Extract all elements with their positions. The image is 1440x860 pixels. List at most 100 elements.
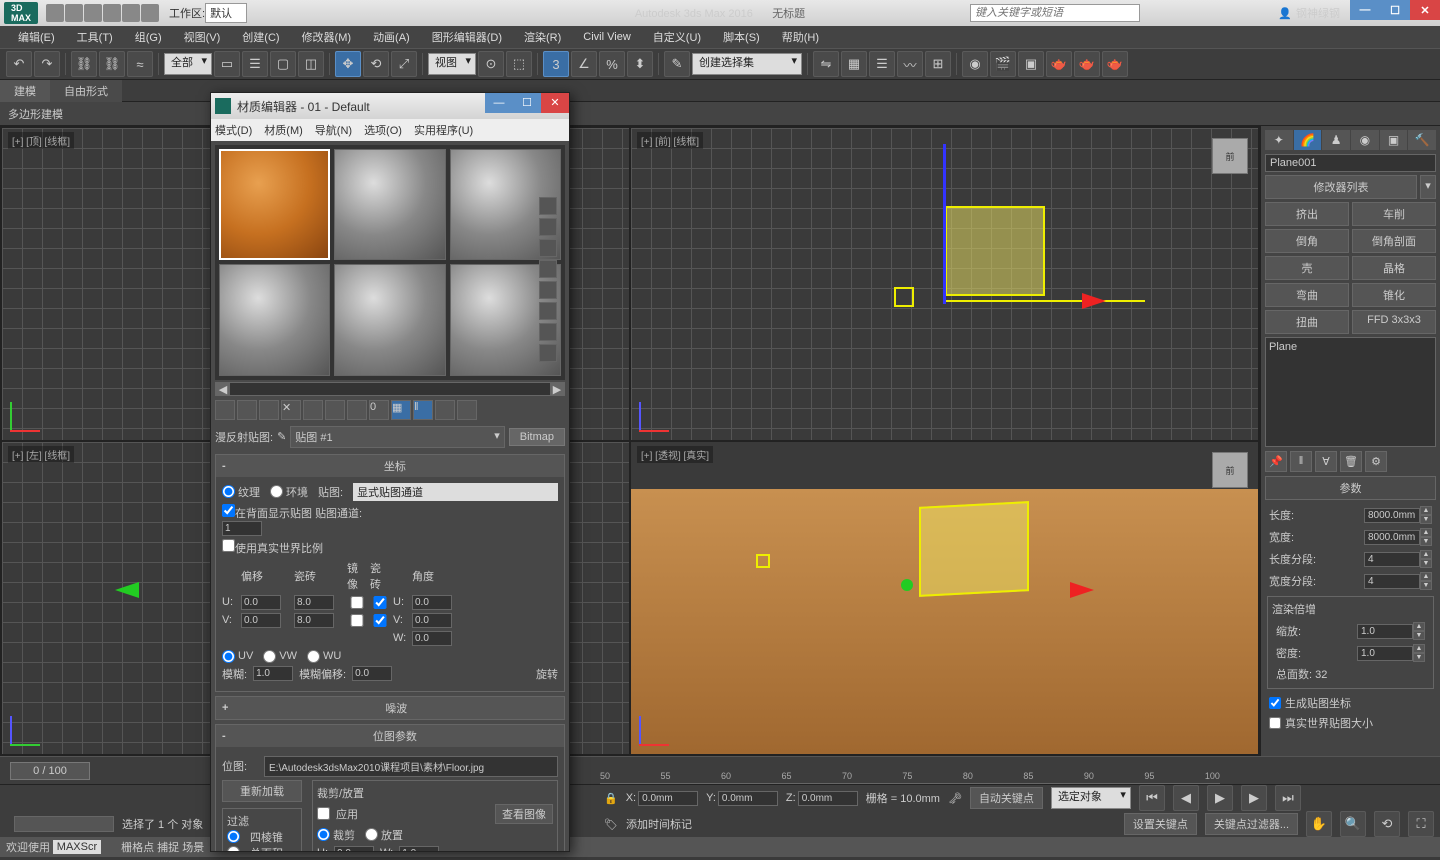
rotate-icon[interactable]: ⟲ bbox=[363, 51, 389, 77]
key-lock-icon[interactable]: 🗝 bbox=[948, 792, 962, 805]
app-logo[interactable]: 3DMAX bbox=[4, 2, 38, 24]
angle-snap-icon[interactable]: ∠ bbox=[571, 51, 597, 77]
render-setup-icon[interactable]: 🎬 bbox=[990, 51, 1016, 77]
wu-radio[interactable] bbox=[307, 650, 320, 663]
spinner-up-icon[interactable]: ▲ bbox=[1420, 572, 1432, 581]
qat-save-icon[interactable] bbox=[84, 4, 102, 22]
remove-mod-icon[interactable]: 🗑 bbox=[1340, 451, 1362, 472]
uv-tile-icon[interactable] bbox=[539, 260, 557, 278]
u-angle-input[interactable] bbox=[412, 595, 452, 610]
ribbon-tab-freeform[interactable]: 自由形式 bbox=[50, 80, 122, 102]
menu-civilview[interactable]: Civil View bbox=[573, 29, 640, 45]
scale-input[interactable] bbox=[1357, 624, 1413, 639]
spinner-up-icon[interactable]: ▲ bbox=[1413, 644, 1425, 653]
nav-max-icon[interactable]: ⛶ bbox=[1408, 811, 1434, 837]
trackbar[interactable] bbox=[14, 816, 114, 832]
backlight-icon[interactable] bbox=[539, 218, 557, 236]
material-slot-2[interactable] bbox=[334, 149, 445, 260]
density-input[interactable] bbox=[1357, 646, 1413, 661]
tab-modify-icon[interactable]: 🌈 bbox=[1294, 130, 1322, 150]
bitmap-path-button[interactable]: E:\Autodesk3dsMax2010课程项目\素材\Floor.jpg bbox=[264, 756, 558, 777]
redo-icon[interactable]: ↷ bbox=[34, 51, 60, 77]
menu-customize[interactable]: 自定义(U) bbox=[643, 27, 711, 47]
menu-tools[interactable]: 工具(T) bbox=[67, 27, 123, 47]
material-slot-4[interactable] bbox=[219, 264, 330, 375]
material-name-field[interactable]: 贴图 #1 bbox=[290, 426, 504, 448]
material-slot-1[interactable] bbox=[219, 149, 330, 260]
prev-frame-icon[interactable]: ◀ bbox=[1173, 785, 1199, 811]
params-rollout[interactable]: 参数 bbox=[1265, 476, 1436, 500]
move-icon[interactable]: ✥ bbox=[335, 51, 361, 77]
matdlg-close-button[interactable]: ✕ bbox=[541, 93, 569, 113]
mod-shell[interactable]: 壳 bbox=[1265, 256, 1349, 280]
realworld-checkbox[interactable] bbox=[222, 539, 235, 552]
menu-group[interactable]: 组(G) bbox=[125, 27, 172, 47]
show-end-result-icon[interactable]: ‖ bbox=[413, 400, 433, 420]
tab-utilities-icon[interactable]: 🔨 bbox=[1408, 130, 1436, 150]
vp-label-front[interactable]: [+] [前] [线框] bbox=[637, 132, 703, 149]
matdlg-max-button[interactable]: ☐ bbox=[513, 93, 541, 113]
lseg-input[interactable] bbox=[1364, 552, 1420, 567]
spinner-up-icon[interactable]: ▲ bbox=[1420, 550, 1432, 559]
selection-filter[interactable]: 全部 bbox=[164, 53, 212, 75]
rollout-header[interactable]: +噪波 bbox=[216, 697, 564, 719]
matdlg-min-button[interactable]: — bbox=[485, 93, 513, 113]
mod-ffd[interactable]: FFD 3x3x3 bbox=[1352, 310, 1436, 334]
pick-icon[interactable]: ✎ bbox=[277, 430, 286, 443]
w-angle-input[interactable] bbox=[412, 631, 452, 646]
put-to-scene-icon[interactable] bbox=[237, 400, 257, 420]
qat-new-icon[interactable] bbox=[46, 4, 64, 22]
make-copy-icon[interactable] bbox=[303, 400, 323, 420]
qat-redo-icon[interactable] bbox=[122, 4, 140, 22]
qat-link-icon[interactable] bbox=[141, 4, 159, 22]
u-mirror-check[interactable] bbox=[347, 596, 367, 609]
mat-id-icon[interactable]: 0 bbox=[369, 400, 389, 420]
material-type-button[interactable]: Bitmap bbox=[509, 428, 565, 446]
options-icon[interactable] bbox=[539, 323, 557, 341]
v-angle-input[interactable] bbox=[412, 613, 452, 628]
reload-button[interactable]: 重新加载 bbox=[222, 780, 302, 802]
named-sel-edit-icon[interactable]: ✎ bbox=[664, 51, 690, 77]
menu-rendering[interactable]: 渲染(R) bbox=[514, 27, 571, 47]
mod-lattice[interactable]: 晶格 bbox=[1352, 256, 1436, 280]
slot-scroll-left-icon[interactable]: ◀ bbox=[216, 383, 230, 395]
length-input[interactable] bbox=[1364, 508, 1420, 523]
spinner-snap-icon[interactable]: ⬍ bbox=[627, 51, 653, 77]
slot-scroll-right-icon[interactable]: ▶ bbox=[550, 383, 564, 395]
rollout-header[interactable]: -坐标 bbox=[216, 455, 564, 477]
sample-type-icon[interactable] bbox=[539, 197, 557, 215]
rotate-button[interactable]: 旋转 bbox=[536, 666, 558, 682]
gen-uv-checkbox[interactable] bbox=[1269, 697, 1281, 709]
snap-toggle-icon[interactable]: 3 bbox=[543, 51, 569, 77]
render-prod-icon[interactable]: 🫖 bbox=[1074, 51, 1100, 77]
viewcube-front[interactable]: 前 bbox=[1212, 138, 1248, 174]
crop-w-input[interactable] bbox=[399, 846, 439, 851]
tab-display-icon[interactable]: ▣ bbox=[1380, 130, 1408, 150]
spinner-down-icon[interactable]: ▼ bbox=[1420, 515, 1432, 524]
nav-zoom-icon[interactable]: 🔍 bbox=[1340, 811, 1366, 837]
play-icon[interactable]: ▶ bbox=[1207, 785, 1233, 811]
next-frame-icon[interactable]: ▶ bbox=[1241, 785, 1267, 811]
matmenu-util[interactable]: 实用程序(U) bbox=[414, 122, 473, 138]
spinner-down-icon[interactable]: ▼ bbox=[1413, 631, 1425, 640]
mod-bevel[interactable]: 倒角 bbox=[1265, 229, 1349, 253]
mod-extrude[interactable]: 挤出 bbox=[1265, 202, 1349, 226]
qat-undo-icon[interactable] bbox=[103, 4, 121, 22]
place-radio[interactable] bbox=[365, 828, 378, 841]
vp-label-top[interactable]: [+] [顶] [线框] bbox=[8, 132, 74, 149]
modifier-list-arrow-icon[interactable]: ▾ bbox=[1420, 175, 1436, 199]
reset-icon[interactable]: ✕ bbox=[281, 400, 301, 420]
maximize-button[interactable]: ☐ bbox=[1380, 0, 1410, 20]
tag-icon[interactable]: 🏷 bbox=[604, 818, 618, 831]
tab-create-icon[interactable]: ✦ bbox=[1265, 130, 1293, 150]
config-icon[interactable]: ⚙ bbox=[1365, 451, 1387, 472]
mirror-icon[interactable]: ⇋ bbox=[813, 51, 839, 77]
z-input[interactable] bbox=[798, 791, 858, 806]
apply-checkbox[interactable] bbox=[317, 807, 330, 820]
setkey-button[interactable]: 设置关键点 bbox=[1124, 813, 1197, 835]
viewcube-persp[interactable]: 前 bbox=[1212, 452, 1248, 488]
nav-pan-icon[interactable]: ✋ bbox=[1306, 811, 1332, 837]
time-ruler[interactable]: 50 55 60 65 70 75 80 85 90 95 100 bbox=[600, 757, 1220, 784]
crop-u-input[interactable] bbox=[334, 846, 374, 851]
real-uv-checkbox[interactable] bbox=[1269, 717, 1281, 729]
